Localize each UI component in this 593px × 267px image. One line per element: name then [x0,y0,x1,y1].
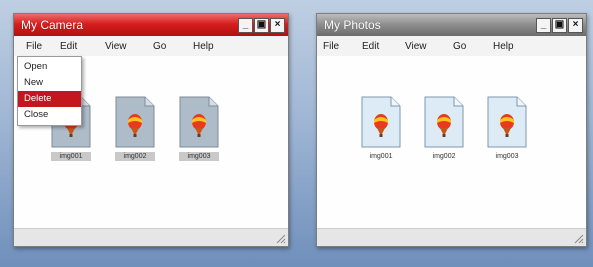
image-file-icon [361,96,401,148]
menu-file[interactable]: File [323,41,339,52]
menu-view[interactable]: View [405,41,427,52]
menu-help[interactable]: Help [493,41,514,52]
maximize-button[interactable]: ▣ [254,17,269,33]
file-name: img003 [495,153,519,160]
file-item[interactable]: img003 [179,96,219,161]
photos-menubar: File Edit View Go Help [317,36,586,56]
camera-statusbar [14,228,288,246]
photos-file-area: img001 img002 img003 [317,56,586,228]
resize-grip-icon[interactable] [572,232,584,244]
image-file-icon [424,96,464,148]
photos-window-title: My Photos [324,18,381,32]
photos-window: My Photos _ ▣ × File Edit View Go Help i… [316,13,587,247]
photos-titlebar[interactable]: My Photos _ ▣ × [317,14,586,36]
camera-window: My Camera _ ▣ × File Edit View Go Help i… [13,13,289,247]
menu-item-delete[interactable]: Delete [18,91,81,107]
menu-edit[interactable]: Edit [362,41,379,52]
file-name: img001 [369,153,393,160]
file-menu-dropdown: Open New Delete Close [17,56,82,126]
minimize-button[interactable]: _ [238,17,253,33]
close-button[interactable]: × [270,17,285,33]
image-file-icon [115,96,155,148]
photos-statusbar [317,228,586,246]
image-file-icon [179,96,219,148]
file-name: img002 [432,153,456,160]
camera-menubar: File Edit View Go Help [14,36,288,56]
maximize-button[interactable]: ▣ [552,17,567,33]
photos-window-controls: _ ▣ × [536,17,583,33]
menu-item-close[interactable]: Close [18,107,81,123]
file-name: img003 [179,152,219,161]
file-item[interactable]: img003 [487,96,527,161]
menu-go[interactable]: Go [453,41,466,52]
minimize-button[interactable]: _ [536,17,551,33]
menu-file[interactable]: File [26,41,42,52]
menu-item-new[interactable]: New [18,75,81,91]
camera-titlebar[interactable]: My Camera _ ▣ × [14,14,288,36]
resize-grip-icon[interactable] [274,232,286,244]
file-name: img002 [115,152,155,161]
file-item[interactable]: img001 [361,96,401,161]
image-file-icon [487,96,527,148]
close-button[interactable]: × [568,17,583,33]
camera-window-controls: _ ▣ × [238,17,285,33]
file-item[interactable]: img002 [424,96,464,161]
file-item[interactable]: img002 [115,96,155,161]
menu-item-open[interactable]: Open [18,59,81,75]
camera-window-title: My Camera [21,18,84,32]
menu-help[interactable]: Help [193,41,214,52]
menu-go[interactable]: Go [153,41,166,52]
menu-view[interactable]: View [105,41,127,52]
menu-edit[interactable]: Edit [60,41,77,52]
file-name: img001 [51,152,91,161]
